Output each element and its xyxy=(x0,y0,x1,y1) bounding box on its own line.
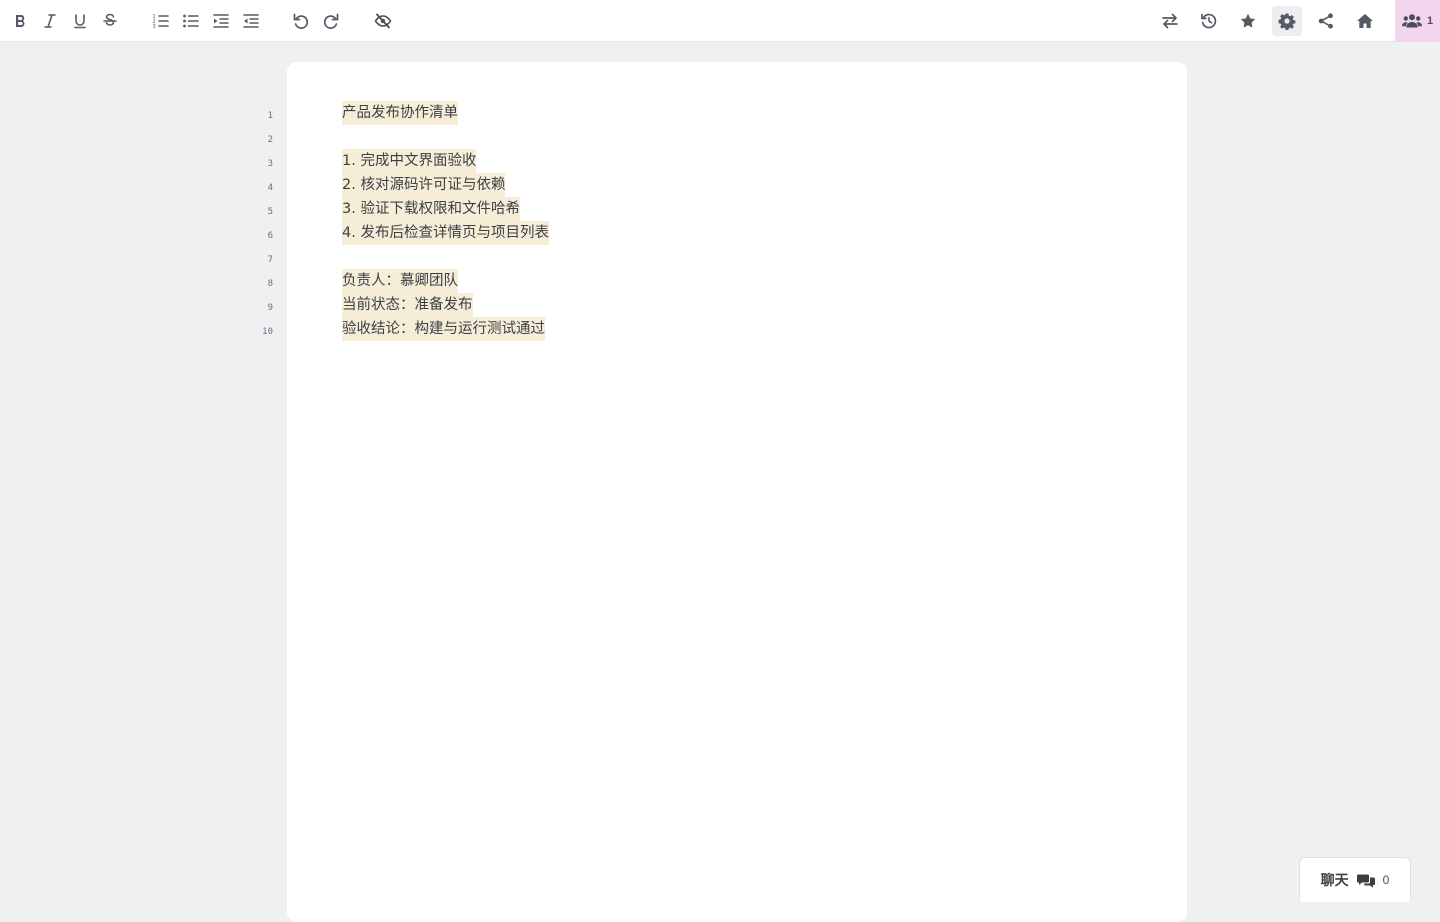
hide-authorship-button[interactable] xyxy=(368,6,398,36)
line-number: 4 xyxy=(267,183,273,193)
chat-unread-count: 0 xyxy=(1382,873,1390,887)
bold-button[interactable] xyxy=(5,6,35,36)
ordered-list-icon: 123 xyxy=(153,14,169,30)
strikethrough-icon xyxy=(103,13,117,26)
home-icon xyxy=(1357,14,1373,28)
line-text: 负责人：慕卿团队 xyxy=(342,269,458,293)
bullet-list-button[interactable] xyxy=(176,6,206,36)
line-text: 当前状态：准备发布 xyxy=(342,293,473,317)
chat-button[interactable]: 聊天 0 xyxy=(1299,857,1411,902)
star-button[interactable] xyxy=(1233,6,1263,36)
indent-button[interactable] xyxy=(206,6,236,36)
line-text: 3. 验证下载权限和文件哈希 xyxy=(342,197,520,221)
line-number: 3 xyxy=(267,159,273,169)
share-icon xyxy=(1318,13,1333,29)
editor-line[interactable]: 验收结论：构建与运行测试通过 xyxy=(342,317,545,341)
settings-button[interactable] xyxy=(1272,6,1302,36)
import-export-button[interactable] xyxy=(1155,6,1185,36)
indent-icon xyxy=(213,14,229,28)
users-count: 1 xyxy=(1426,15,1434,27)
line-number: 6 xyxy=(267,231,273,241)
italic-button[interactable] xyxy=(35,6,65,36)
hide-authorship-icon xyxy=(374,13,392,29)
line-number: 5 xyxy=(267,207,273,217)
underline-button[interactable] xyxy=(65,6,95,36)
share-button[interactable] xyxy=(1311,6,1341,36)
svg-text:3: 3 xyxy=(153,24,156,30)
home-button[interactable] xyxy=(1350,6,1380,36)
editor-line[interactable]: 当前状态：准备发布 xyxy=(342,293,473,317)
line-number: 1 xyxy=(267,111,273,121)
editor-line[interactable]: 3. 验证下载权限和文件哈希 xyxy=(342,197,520,221)
line-number: 7 xyxy=(267,255,273,265)
line-number: 2 xyxy=(267,135,273,145)
line-number: 8 xyxy=(267,279,273,289)
star-icon xyxy=(1240,13,1256,28)
line-text: 验收结论：构建与运行测试通过 xyxy=(342,317,545,341)
document-editor[interactable]: 产品发布协作清单 1. 完成中文界面验收 2. 核对源码许可证与依赖 3. 验证… xyxy=(287,62,1187,922)
line-text: 产品发布协作清单 xyxy=(342,101,458,125)
users-icon xyxy=(1401,14,1422,28)
italic-icon xyxy=(44,14,56,28)
editor-line[interactable]: 4. 发布后检查详情页与项目列表 xyxy=(342,221,549,245)
line-text: 1. 完成中文界面验收 xyxy=(342,149,477,173)
editor-line[interactable]: 产品发布协作清单 xyxy=(342,101,458,125)
line-number: 10 xyxy=(262,327,273,337)
editor-line[interactable]: 1. 完成中文界面验收 xyxy=(342,149,477,173)
line-number: 9 xyxy=(267,303,273,313)
line-text: 4. 发布后检查详情页与项目列表 xyxy=(342,221,549,245)
gear-icon xyxy=(1278,13,1296,30)
swap-icon xyxy=(1162,13,1178,29)
chat-bubbles-icon xyxy=(1356,874,1375,887)
undo-icon xyxy=(293,13,309,29)
history-button[interactable] xyxy=(1194,6,1224,36)
editor-line[interactable]: 2. 核对源码许可证与依赖 xyxy=(342,173,506,197)
redo-button[interactable] xyxy=(316,6,346,36)
undo-button[interactable] xyxy=(286,6,316,36)
underline-icon xyxy=(74,14,86,29)
users-button[interactable]: 1 xyxy=(1395,0,1440,42)
bullet-list-icon xyxy=(183,14,199,28)
strikethrough-button[interactable] xyxy=(95,6,125,36)
bold-icon xyxy=(16,14,25,27)
ordered-list-button[interactable]: 123 xyxy=(146,6,176,36)
editor-toolbar: 123 1 xyxy=(0,0,1440,42)
editor-line[interactable]: 负责人：慕卿团队 xyxy=(342,269,458,293)
outdent-button[interactable] xyxy=(236,6,266,36)
chat-label: 聊天 xyxy=(1320,873,1349,889)
history-icon xyxy=(1201,13,1217,29)
redo-icon xyxy=(323,13,339,29)
outdent-icon xyxy=(243,14,259,28)
line-text: 2. 核对源码许可证与依赖 xyxy=(342,173,506,197)
